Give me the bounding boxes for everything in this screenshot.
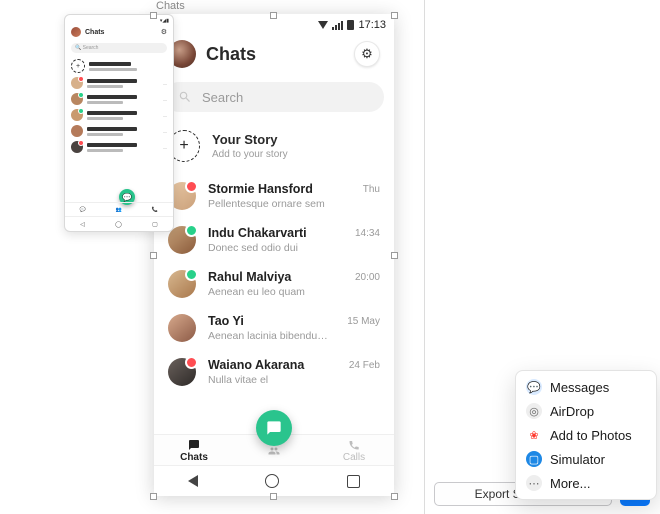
status-time: 17:13 xyxy=(358,19,386,31)
preview-title: Chats xyxy=(85,29,104,36)
search-placeholder: Search xyxy=(202,90,243,105)
selection-handle[interactable] xyxy=(391,493,398,500)
share-item-messages[interactable]: 💬 Messages xyxy=(516,375,656,399)
chat-preview: Pellentesque ornare sem xyxy=(208,198,351,210)
share-item-add-to-photos[interactable]: ❀ Add to Photos xyxy=(516,423,656,447)
tab-chats[interactable]: Chats xyxy=(154,435,234,467)
settings-button[interactable]: ⚙ xyxy=(354,41,380,67)
preview-chat-row: — xyxy=(65,91,173,107)
presence-dot xyxy=(185,180,198,193)
share-item-label: Add to Photos xyxy=(550,428,632,443)
chat-row[interactable]: Stormie Hansford Pellentesque ornare sem… xyxy=(154,174,394,218)
tab-calls-label: Calls xyxy=(343,452,365,463)
artboard-chats[interactable]: 17:13 Chats ⚙ Search + Your Story Add to… xyxy=(154,14,394,496)
your-story-subtitle: Add to your story xyxy=(212,149,288,160)
phone-icon xyxy=(347,439,361,451)
tab-chats-label: Chats xyxy=(180,452,208,463)
share-item-more-[interactable]: ⋯ More... xyxy=(516,471,656,495)
share-item-simulator[interactable]: ▢ Simulator xyxy=(516,447,656,471)
share-item-icon: 💬 xyxy=(526,379,542,395)
chat-bubble-icon xyxy=(187,439,201,451)
selection-handle[interactable] xyxy=(391,252,398,259)
search-icon xyxy=(178,90,192,104)
gear-icon: ⚙ xyxy=(361,46,373,62)
preview-tab-chats: 💬 xyxy=(65,203,101,217)
preview-chat-row: — xyxy=(65,107,173,123)
preview-chat-row: — xyxy=(65,123,173,139)
chat-name: Rahul Malviya xyxy=(208,270,343,284)
chat-time: 15 May xyxy=(347,316,380,327)
chat-time: 24 Feb xyxy=(349,360,380,371)
share-item-label: AirDrop xyxy=(550,404,594,419)
chat-row[interactable]: Waiano Akarana Nulla vitae el 24 Feb xyxy=(154,350,394,394)
chat-list: Stormie Hansford Pellentesque ornare sem… xyxy=(154,174,394,394)
preview-gear-icon: ⚙ xyxy=(161,28,167,36)
chat-preview: Donec sed odio dui xyxy=(208,242,343,254)
chat-row[interactable]: Tao Yi Aenean lacinia bibendum nulla sed… xyxy=(154,306,394,350)
preview-search: 🔍 Search xyxy=(71,43,167,53)
battery-icon xyxy=(347,20,354,30)
presence-dot xyxy=(185,224,198,237)
preview-add-story-icon: + xyxy=(71,59,85,73)
chat-preview: Aenean lacinia bibendum nulla sed consec… xyxy=(208,330,335,342)
share-item-icon: ◎ xyxy=(526,403,542,419)
chat-name: Indu Chakarvarti xyxy=(208,226,343,240)
share-item-airdrop[interactable]: ◎ AirDrop xyxy=(516,399,656,423)
selection-handle[interactable] xyxy=(391,12,398,19)
share-item-icon: ▢ xyxy=(526,451,542,467)
search-input[interactable]: Search xyxy=(164,82,384,112)
cell-signal-icon xyxy=(332,21,343,30)
chat-name: Stormie Hansford xyxy=(208,182,351,196)
chat-time: 14:34 xyxy=(355,228,380,239)
chat-icon xyxy=(266,420,282,436)
chat-preview: Nulla vitae el xyxy=(208,374,337,386)
artboard-label: Chats xyxy=(156,0,185,12)
page-title: Chats xyxy=(206,44,256,65)
share-menu: 💬 Messages◎ AirDrop❀ Add to Photos▢ Simu… xyxy=(515,370,657,500)
back-softkey[interactable] xyxy=(188,475,198,487)
selection-handle[interactable] xyxy=(150,493,157,500)
chat-row[interactable]: Rahul Malviya Aenean eu leo quam 20:00 xyxy=(154,262,394,306)
selection-handle[interactable] xyxy=(270,12,277,19)
selection-handle[interactable] xyxy=(270,493,277,500)
share-item-label: More... xyxy=(550,476,590,491)
share-item-icon: ❀ xyxy=(526,427,542,443)
preview-chat-row: — xyxy=(65,139,173,155)
android-softkeys xyxy=(154,465,394,496)
preview-avatar xyxy=(71,27,81,37)
preview-tab-calls: 📞 xyxy=(137,203,173,217)
chat-avatar xyxy=(168,270,196,298)
preview-tab-mid: 👥 xyxy=(101,203,137,217)
tab-calls[interactable]: Calls xyxy=(314,435,394,467)
people-icon xyxy=(267,445,281,457)
home-softkey[interactable] xyxy=(265,474,279,488)
chat-preview: Aenean eu leo quam xyxy=(208,286,343,298)
presence-dot xyxy=(185,356,198,369)
chat-avatar xyxy=(168,314,196,342)
selection-handle[interactable] xyxy=(150,12,157,19)
chat-time: Thu xyxy=(363,184,380,195)
preview-your-story xyxy=(89,62,131,66)
chat-avatar xyxy=(168,358,196,386)
new-chat-fab[interactable] xyxy=(256,410,292,446)
app-header: Chats ⚙ xyxy=(154,34,394,78)
chat-time: 20:00 xyxy=(355,272,380,283)
share-item-icon: ⋯ xyxy=(526,475,542,491)
export-preview[interactable]: ▾◢▮ Chats ⚙ 🔍 Search + — — — — xyxy=(64,14,174,232)
selection-handle[interactable] xyxy=(150,252,157,259)
presence-dot xyxy=(185,268,198,281)
chat-name: Tao Yi xyxy=(208,314,335,328)
signal-type-icon xyxy=(318,21,328,29)
recents-softkey[interactable] xyxy=(347,475,360,488)
share-item-label: Simulator xyxy=(550,452,605,467)
chat-row[interactable]: Indu Chakarvarti Donec sed odio dui 14:3… xyxy=(154,218,394,262)
your-story-title: Your Story xyxy=(212,132,288,147)
share-item-label: Messages xyxy=(550,380,609,395)
preview-chat-row: — xyxy=(65,75,173,91)
chat-name: Waiano Akarana xyxy=(208,358,337,372)
your-story-row[interactable]: + Your Story Add to your story xyxy=(154,120,394,174)
